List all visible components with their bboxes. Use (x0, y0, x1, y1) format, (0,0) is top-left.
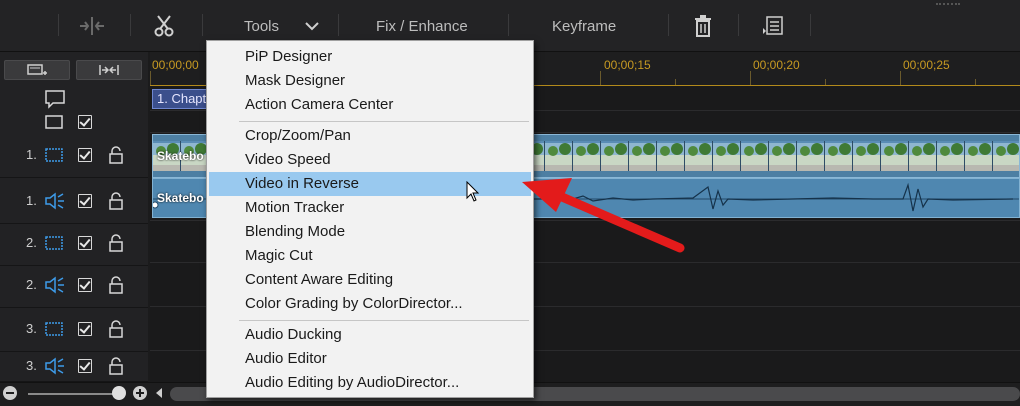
ruler-tick (900, 71, 901, 85)
zoom-slider-handle[interactable] (112, 386, 126, 400)
menu-item-video-speed[interactable]: Video Speed (209, 148, 531, 172)
toolbar-separator (202, 14, 203, 36)
zoom-in-icon[interactable] (132, 385, 148, 401)
track-header-row: 1. (0, 178, 148, 224)
chapter-track-enable-checkbox[interactable] (78, 115, 92, 129)
split-icon[interactable] (78, 14, 106, 38)
menu-item-action-camera-center[interactable]: Action Camera Center (209, 93, 531, 117)
track-manager-button[interactable] (4, 60, 70, 80)
audio-track-icon (44, 191, 66, 210)
zoom-out-icon[interactable] (2, 385, 18, 401)
toolbar-separator (338, 14, 339, 36)
panel-grip[interactable] (936, 3, 960, 6)
ruler-tick (750, 71, 751, 85)
audio-track-icon (44, 275, 66, 294)
ruler-tick (825, 79, 826, 85)
fix-enhance-button[interactable]: Fix / Enhance (376, 14, 468, 38)
ruler-tick (600, 71, 601, 85)
menu-item-video-in-reverse[interactable]: Video in Reverse (209, 172, 531, 196)
fit-timeline-button[interactable] (76, 60, 142, 80)
zoom-slider-track[interactable] (28, 393, 124, 395)
track-number: 1. (26, 193, 37, 208)
toolbar-separator (58, 14, 59, 36)
track-enable-checkbox[interactable] (78, 277, 92, 292)
video-track-icon (44, 147, 64, 163)
ruler-timecode: 00;00;00 (152, 58, 199, 72)
menu-item-magic-cut[interactable]: Magic Cut (209, 244, 531, 268)
chapter-marker[interactable]: 1. Chapt (152, 89, 212, 109)
menu-item-blending-mode[interactable]: Blending Mode (209, 220, 531, 244)
video-track-icon (44, 321, 64, 337)
toolbar-separator (130, 14, 131, 36)
menu-item-audio-ducking[interactable]: Audio Ducking (209, 323, 531, 347)
toolbar-separator (508, 14, 509, 36)
toolbar-separator (668, 14, 669, 36)
toolbar-separator (738, 14, 739, 36)
menu-item-pip-designer[interactable]: PiP Designer (209, 45, 531, 69)
track-header-row: 1. (0, 132, 148, 178)
menu-item-audio-editing-audiodirector[interactable]: Audio Editing by AudioDirector... (209, 371, 531, 395)
track-enable-checkbox[interactable] (78, 147, 92, 162)
track-enable-checkbox[interactable] (78, 193, 92, 208)
tools-dropdown-menu: PiP Designer Mask Designer Action Camera… (206, 40, 534, 398)
tools-menu-button[interactable]: Tools (244, 14, 319, 38)
track-number: 1. (26, 147, 37, 162)
lock-icon[interactable] (108, 233, 124, 252)
track-header-row: 3. (0, 306, 148, 352)
track-number: 2. (26, 277, 37, 292)
video-clip-label: Skatebo (157, 149, 204, 163)
chevron-down-icon (305, 21, 319, 31)
audio-track-icon (44, 356, 66, 375)
ruler-timecode: 00;00;25 (903, 58, 950, 72)
ruler-timecode: 00;00;15 (604, 58, 651, 72)
video-track-icon (44, 235, 64, 251)
toolbar-separator (810, 14, 811, 36)
scissors-icon[interactable] (154, 14, 174, 38)
track-header-row: 2. (0, 220, 148, 266)
lock-icon[interactable] (108, 191, 124, 210)
track-number: 3. (26, 358, 37, 373)
subtitle-icon[interactable] (44, 88, 66, 110)
lock-icon[interactable] (108, 145, 124, 164)
ruler-tick (975, 79, 976, 85)
lock-icon[interactable] (108, 319, 124, 338)
menu-item-mask-designer[interactable]: Mask Designer (209, 69, 531, 93)
track-header-row: 2. (0, 262, 148, 308)
track-header-row: 3. (0, 350, 148, 382)
menu-item-crop-zoom-pan[interactable]: Crop/Zoom/Pan (209, 124, 531, 148)
menu-item-color-grading[interactable]: Color Grading by ColorDirector... (209, 292, 531, 316)
ruler-tick (675, 79, 676, 85)
scroll-left-icon[interactable] (154, 387, 164, 399)
menu-item-content-aware-editing[interactable]: Content Aware Editing (209, 268, 531, 292)
ruler-timecode: 00;00;20 (753, 58, 800, 72)
keyframe-button[interactable]: Keyframe (552, 14, 616, 38)
edit-list-icon[interactable] (762, 14, 784, 38)
tools-label: Tools (244, 17, 280, 35)
menu-item-motion-tracker[interactable]: Motion Tracker (209, 196, 531, 220)
trash-icon[interactable] (694, 14, 712, 38)
menu-separator (239, 320, 529, 321)
track-enable-checkbox[interactable] (78, 321, 92, 336)
lock-icon[interactable] (108, 356, 124, 375)
chapter-track-icon (44, 113, 64, 131)
menu-separator (239, 121, 529, 122)
ruler-tick (150, 71, 151, 85)
lock-icon[interactable] (108, 275, 124, 294)
mouse-cursor-icon (466, 181, 480, 202)
track-enable-checkbox[interactable] (78, 358, 92, 373)
audio-clip-label: Skatebo (157, 191, 204, 205)
track-number: 2. (26, 235, 37, 250)
menu-item-audio-editor[interactable]: Audio Editor (209, 347, 531, 371)
track-enable-checkbox[interactable] (78, 235, 92, 250)
track-number: 3. (26, 321, 37, 336)
